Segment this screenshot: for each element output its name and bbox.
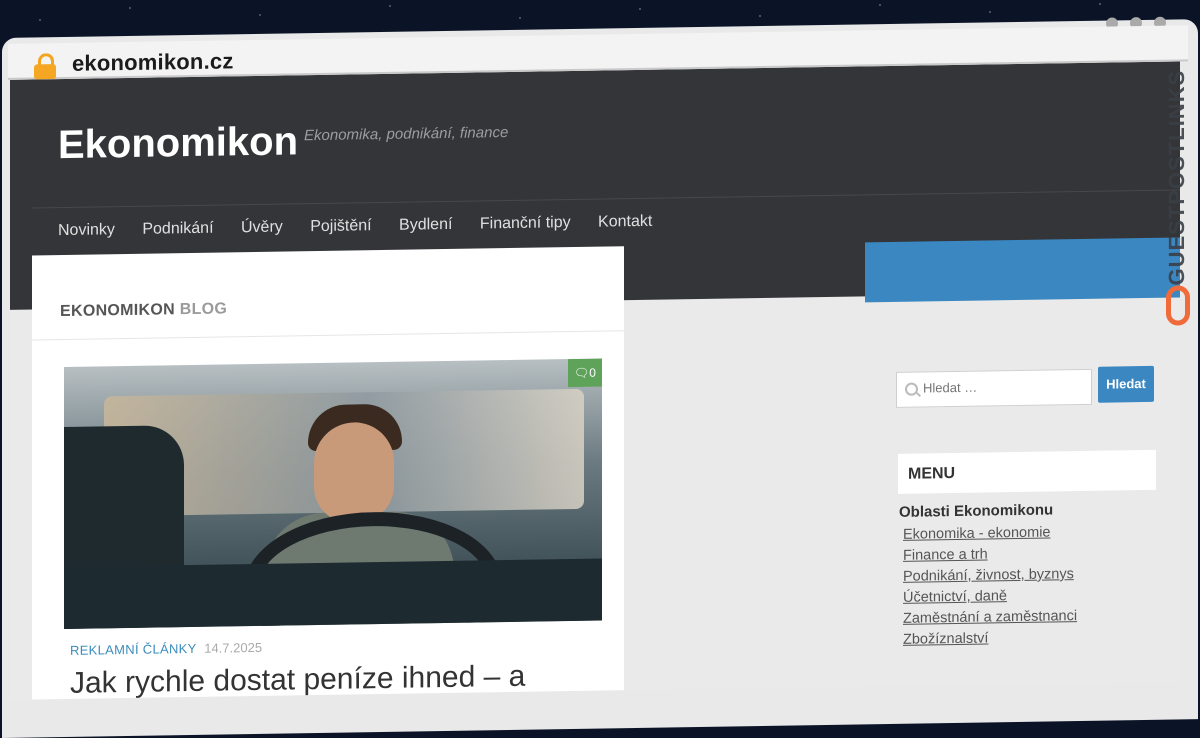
menu-item-ekonomika[interactable]: Ekonomika - ekonomie: [899, 524, 1077, 543]
menu-item-zboziznalstvi[interactable]: Zbožíznalství: [899, 629, 1077, 648]
search-box: [896, 368, 1092, 408]
menu-list: Oblasti Ekonomikonu Ekonomika - ekonomie…: [899, 501, 1077, 653]
search-input[interactable]: [921, 376, 1085, 397]
comments-badge[interactable]: 🗨0: [568, 358, 602, 388]
post-date: 14.7.2025: [204, 639, 263, 656]
menu-title: MENU: [908, 464, 956, 483]
browser-window: ekonomikon.cz Ekonomikon Ekonomika, podn…: [0, 0, 1200, 738]
menu-group-title: Oblasti Ekonomikonu: [899, 501, 1054, 521]
post-category[interactable]: REKLAMNÍ ČLÁNKY: [70, 641, 197, 658]
nav-financni-tipy[interactable]: Finanční tipy: [454, 200, 582, 234]
nav-pojisteni[interactable]: Pojištění: [284, 203, 382, 237]
url-text[interactable]: ekonomikon.cz: [72, 48, 234, 77]
search-button[interactable]: Hledat: [1098, 365, 1154, 403]
site-tagline: Ekonomika, podnikání, finance: [304, 124, 509, 145]
nav-podnikani[interactable]: Podnikání: [116, 205, 224, 239]
menu-item-ucetnictvi[interactable]: Účetnictví, daně: [899, 587, 1077, 606]
website: Ekonomikon Ekonomika, podnikání, finance…: [10, 61, 1180, 700]
nav-uvery[interactable]: Úvěry: [215, 204, 294, 237]
chain-link-icon: [1166, 285, 1190, 326]
comment-icon: 🗨: [574, 365, 590, 380]
blog-heading: EKONOMIKON BLOG: [60, 300, 227, 321]
nav-bydleni[interactable]: Bydlení: [373, 202, 463, 235]
menu-item-zamestnani[interactable]: Zaměstnání a zaměstnanci: [899, 608, 1077, 627]
menu-item-finance[interactable]: Finance a trh: [899, 545, 1077, 564]
watermark-text: GUESTPOSTLINKS: [1164, 69, 1189, 286]
site-logo[interactable]: Ekonomikon: [58, 119, 298, 168]
divider: [32, 330, 624, 341]
comments-count: 0: [589, 365, 596, 380]
blog-heading-strong: EKONOMIKON: [60, 301, 175, 321]
sidebar-banner[interactable]: [865, 237, 1180, 303]
menu-widget-title: MENU: [898, 449, 1156, 494]
post-meta: REKLAMNÍ ČLÁNKY 14.7.2025: [70, 640, 262, 658]
post-thumbnail[interactable]: 🗨0: [64, 358, 602, 629]
watermark: GUESTPOSTLINKS: [1162, 37, 1194, 338]
search-icon: [905, 382, 918, 396]
menu-item-podnikani[interactable]: Podnikání, živnost, byznys: [899, 566, 1077, 585]
lock-icon: [34, 53, 56, 80]
nav-kontakt[interactable]: Kontakt: [572, 199, 663, 232]
main-content: EKONOMIKON BLOG 🗨0 REKLAMNÍ ČLÁNKY 14.7.…: [32, 246, 624, 700]
nav-novinky[interactable]: Novinky: [32, 207, 126, 240]
blog-heading-light: BLOG: [179, 300, 228, 319]
